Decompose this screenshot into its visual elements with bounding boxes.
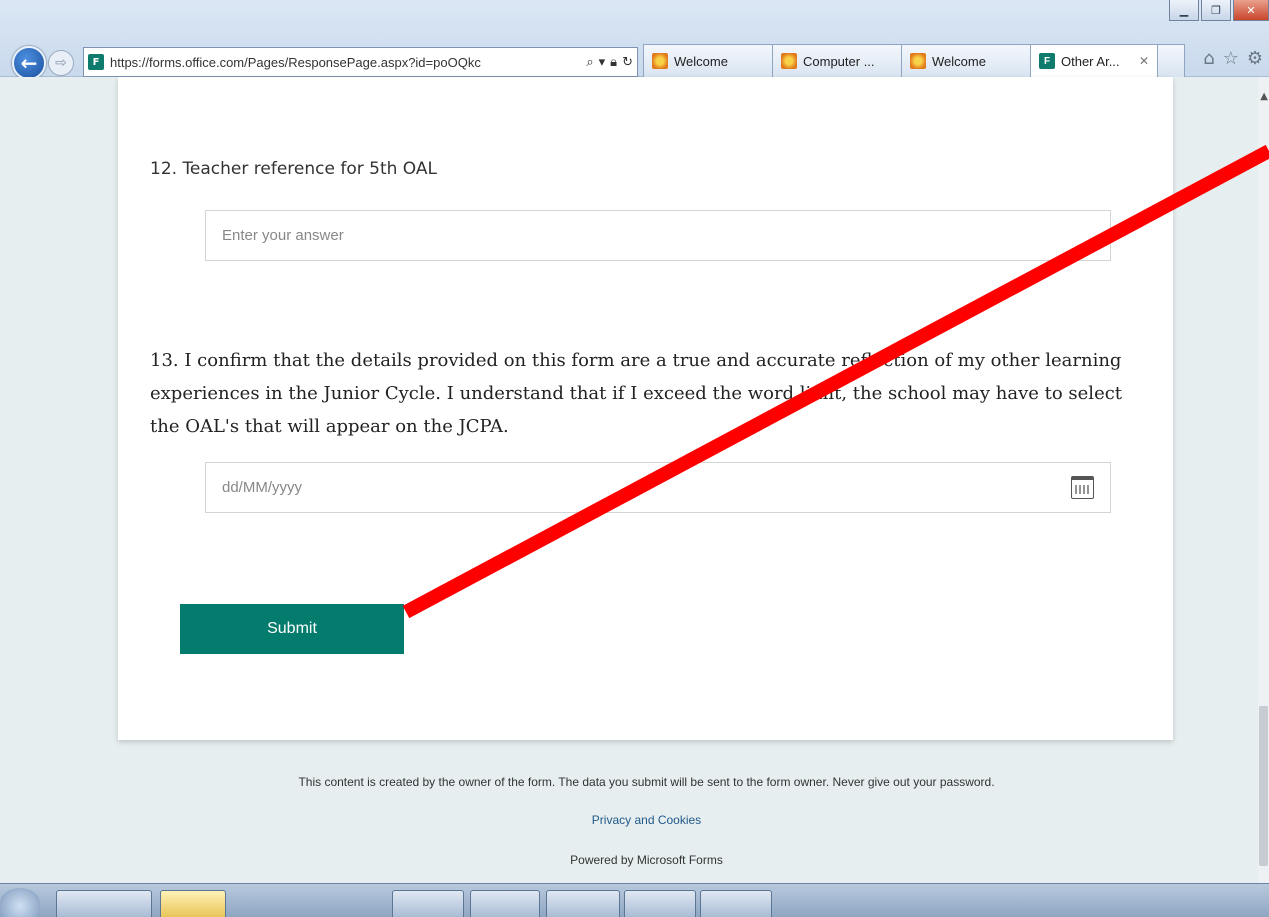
question-12-placeholder: Enter your answer <box>222 227 344 244</box>
browser-chrome: ▁ ❐ ✕ ← ⇨ F https://forms.office.com/Pag… <box>0 0 1269 80</box>
taskbar-button[interactable] <box>624 890 696 917</box>
forward-arrow-icon[interactable]: ⇨ <box>48 50 74 76</box>
footer-disclaimer: This content is created by the owner of … <box>298 775 995 789</box>
tab-computer[interactable]: Computer ... <box>772 44 902 77</box>
question-13-date-input[interactable]: dd/MM/yyyy <box>205 462 1111 513</box>
taskbar-button[interactable] <box>700 890 772 917</box>
taskbar-button[interactable] <box>470 890 540 917</box>
tab-welcome-2[interactable]: Welcome <box>901 44 1031 77</box>
taskbar-button[interactable] <box>392 890 464 917</box>
tab-label: Welcome <box>932 53 986 69</box>
privacy-cookies-link[interactable]: Privacy and Cookies <box>0 813 1269 827</box>
home-icon[interactable]: ⌂ <box>1203 48 1214 69</box>
page-viewport: 12. Teacher reference for 5th OAL Enter … <box>0 77 1258 883</box>
question-12-input[interactable]: Enter your answer <box>205 210 1111 261</box>
tab-label: Other Ar... <box>1061 53 1120 69</box>
lock-icon[interactable]: 🔒︎ <box>610 55 617 70</box>
close-window-button[interactable]: ✕ <box>1233 0 1269 21</box>
tab-label: Welcome <box>674 53 728 69</box>
tab-label: Computer ... <box>803 53 875 69</box>
question-12-title: 12. Teacher reference for 5th OAL <box>150 159 437 179</box>
address-bar-actions: ⌕ ▾ 🔒︎ ↻ <box>586 55 633 70</box>
dropdown-icon[interactable]: ▾ <box>599 55 606 70</box>
search-icon[interactable]: ⌕ <box>586 55 593 70</box>
start-button[interactable] <box>0 888 40 917</box>
powered-by-text: Powered by Microsoft Forms <box>570 853 723 867</box>
taskbar-button[interactable] <box>56 890 152 917</box>
restore-button[interactable]: ❐ <box>1201 0 1231 21</box>
calendar-icon[interactable] <box>1071 476 1094 499</box>
question-13-placeholder: dd/MM/yyyy <box>222 479 303 496</box>
browser-tools: ⌂ ☆ ⚙ <box>1203 48 1263 69</box>
favorites-star-icon[interactable]: ☆ <box>1223 48 1239 69</box>
navigation-bar: ← ⇨ F https://forms.office.com/Pages/Res… <box>0 36 1269 80</box>
new-tab-button[interactable] <box>1157 44 1185 77</box>
sun-icon <box>910 53 926 69</box>
url-text[interactable]: https://forms.office.com/Pages/ResponseP… <box>110 55 582 70</box>
minimize-button[interactable]: ▁ <box>1169 0 1199 21</box>
submit-button[interactable]: Submit <box>180 604 404 654</box>
tab-strip: Welcome Computer ... Welcome F Other Ar.… <box>643 44 1185 77</box>
tab-welcome-1[interactable]: Welcome <box>643 44 773 77</box>
question-13-title: 13. I confirm that the details provided … <box>150 350 1123 437</box>
settings-gear-icon[interactable]: ⚙ <box>1247 48 1263 69</box>
taskbar <box>0 883 1269 917</box>
forms-favicon-icon: F <box>88 54 104 70</box>
scrollbar-thumb[interactable] <box>1259 706 1268 866</box>
back-arrow-icon[interactable]: ← <box>12 46 46 80</box>
address-bar[interactable]: F https://forms.office.com/Pages/Respons… <box>83 47 638 77</box>
taskbar-button[interactable] <box>160 890 226 917</box>
sun-icon <box>652 53 668 69</box>
sun-icon <box>781 53 797 69</box>
taskbar-button[interactable] <box>546 890 620 917</box>
refresh-icon[interactable]: ↻ <box>622 55 633 70</box>
tab-other-areas[interactable]: F Other Ar... ✕ <box>1030 44 1158 77</box>
forms-icon: F <box>1039 53 1055 69</box>
scroll-up-arrow-icon[interactable]: ▲ <box>1260 91 1268 102</box>
close-tab-icon[interactable]: ✕ <box>1139 54 1149 68</box>
form-card: 12. Teacher reference for 5th OAL Enter … <box>118 77 1173 740</box>
window-controls: ▁ ❐ ✕ <box>1169 0 1269 26</box>
